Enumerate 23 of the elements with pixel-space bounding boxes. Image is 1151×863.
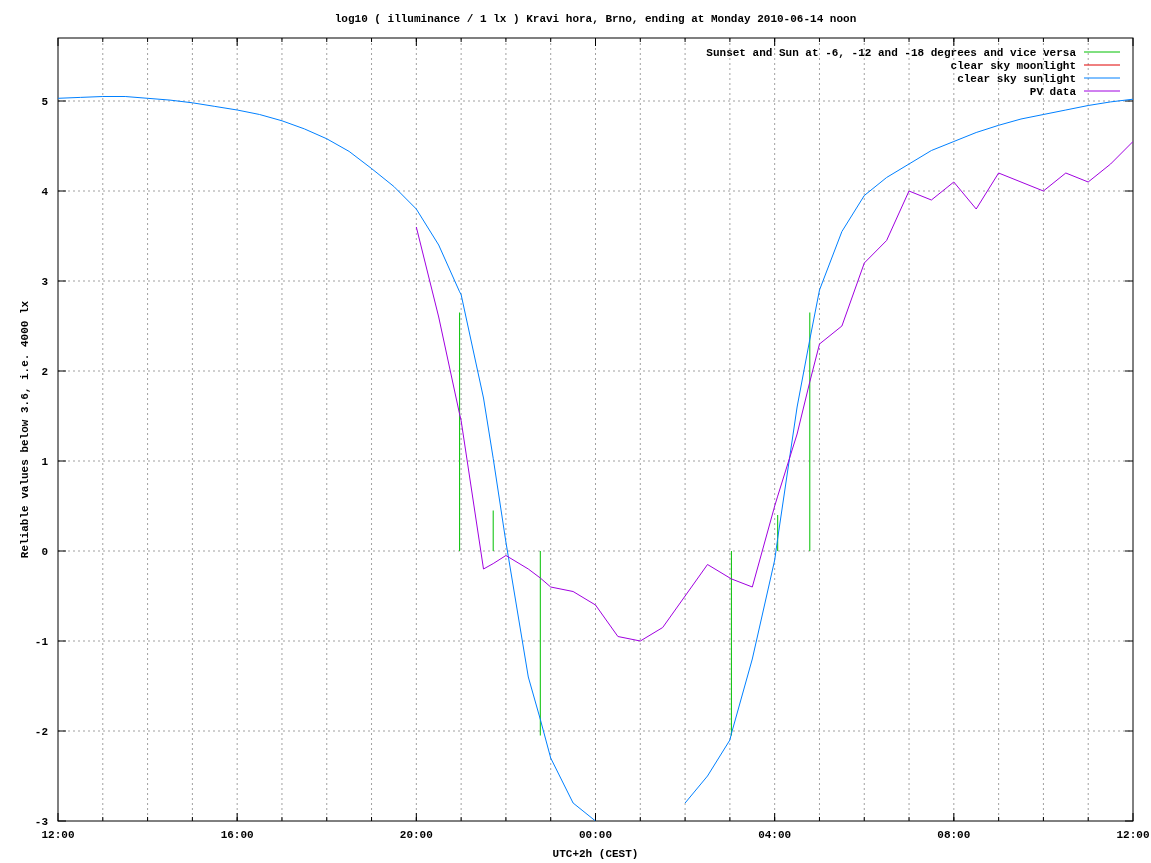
- x-tick-label: 00:00: [579, 829, 612, 841]
- y-tick-label: -1: [34, 636, 48, 648]
- legend-label: clear sky sunlight: [957, 73, 1076, 85]
- y-tick-label: 4: [41, 186, 48, 198]
- legend-label: PV data: [1029, 86, 1076, 98]
- y-tick-label: 5: [41, 96, 48, 108]
- y-tick-label: -2: [34, 726, 48, 738]
- legend-label: clear sky moonlight: [950, 60, 1076, 72]
- x-tick-label: 04:00: [758, 829, 792, 841]
- chart-title: log10 ( illuminance / 1 lx ) Kravi hora, Brno, ending at Monday 2010-06-14 noon: [334, 13, 857, 25]
- x-tick-label: 12:00: [41, 829, 75, 841]
- x-axis-label: UTC+2h (CEST): [552, 848, 639, 860]
- y-tick-label: 1: [41, 456, 48, 468]
- x-tick-label: 08:00: [937, 829, 971, 841]
- legend-label: Sunset and Sun at -6, -12 and -18 degrees and vice versa: [706, 47, 1076, 59]
- y-tick-label: -3: [34, 816, 48, 828]
- y-axis-label: Reliable values below 3.6, i.e. 4000 lx: [19, 300, 31, 559]
- y-tick-label: 3: [41, 276, 48, 288]
- x-tick-label: 16:00: [220, 829, 254, 841]
- y-tick-label: 0: [41, 546, 48, 558]
- y-tick-label: 2: [41, 366, 48, 378]
- x-tick-label: 20:00: [399, 829, 433, 841]
- x-tick-label: 12:00: [1116, 829, 1150, 841]
